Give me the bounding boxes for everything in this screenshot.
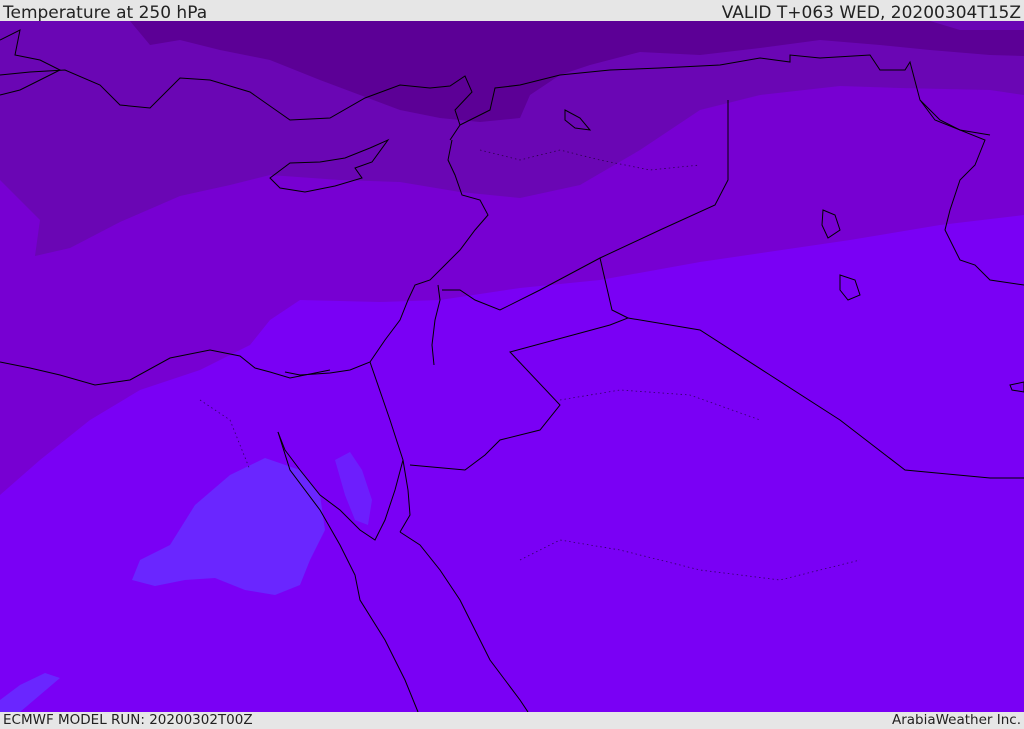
footer-bar: ECMWF MODEL RUN: 20200302T00Z ArabiaWeat… xyxy=(0,712,1024,729)
weather-map xyxy=(0,21,1024,712)
model-run: ECMWF MODEL RUN: 20200302T00Z xyxy=(3,712,253,728)
header-bar: Temperature at 250 hPa VALID T+063 WED, … xyxy=(0,0,1024,23)
credit: ArabiaWeather Inc. xyxy=(891,712,1021,728)
